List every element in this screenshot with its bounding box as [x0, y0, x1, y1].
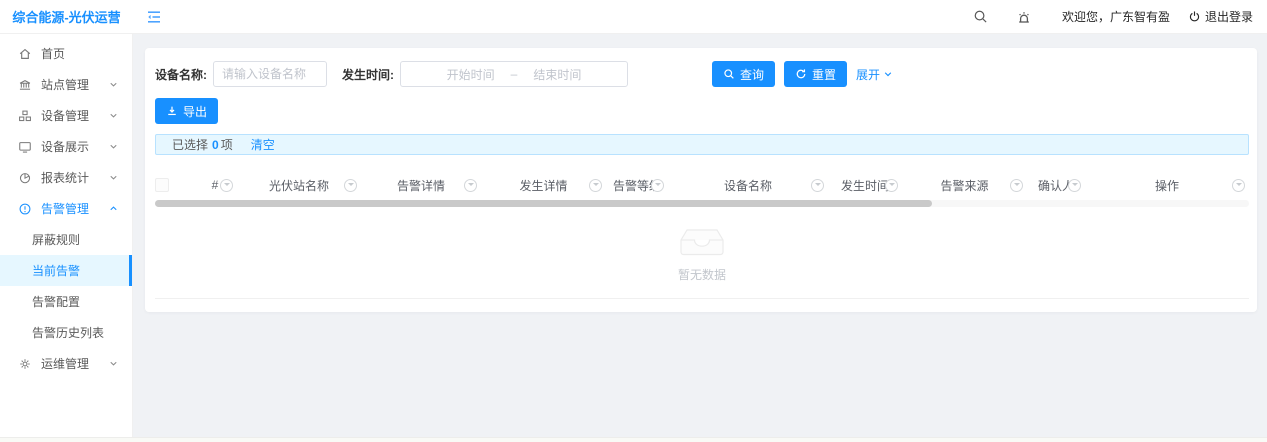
end-time-placeholder: 结束时间 — [533, 66, 581, 83]
chevron-down-icon — [108, 141, 119, 152]
pie-chart-icon — [18, 171, 32, 185]
alarm-icon[interactable] — [1016, 9, 1032, 25]
logout-button[interactable]: 退出登录 — [1188, 8, 1253, 25]
range-separator: – — [511, 67, 518, 81]
occur-time-label: 发生时间: — [342, 66, 394, 83]
gear-icon — [18, 357, 32, 371]
clear-selection-link[interactable]: 清空 — [251, 136, 275, 153]
chevron-up-icon — [108, 203, 119, 214]
sidebar-item-shield-rules[interactable]: 屏蔽规则 — [0, 224, 132, 255]
search-button[interactable]: 查询 — [712, 61, 775, 87]
alert-circle-icon — [18, 202, 32, 216]
column-header-actions[interactable]: 操作 — [1085, 171, 1249, 199]
sidebar-item-current-alarms[interactable]: 当前告警 — [0, 255, 132, 286]
table-header-row: # 光伏站名称 告警详情 发生详情 告警等级 — [155, 171, 1249, 199]
sidebar-item-device-management[interactable]: 设备管理 — [0, 100, 132, 131]
download-icon — [166, 105, 178, 117]
sidebar-item-home[interactable]: 首页 — [0, 38, 132, 69]
column-header-station-name[interactable]: 光伏站名称 — [237, 171, 361, 199]
welcome-text: 欢迎您，广东智有盈 — [1062, 8, 1170, 25]
selection-bar: 已选择 0 项 清空 — [155, 134, 1249, 155]
sidebar-nav: 首页 站点管理 设备管理 — [0, 34, 133, 437]
chevron-down-icon — [108, 110, 119, 121]
sidebar-item-alarm-history[interactable]: 告警历史列表 — [0, 317, 132, 348]
toolbar: 导出 — [155, 98, 1257, 124]
empty-text: 暂无数据 — [678, 266, 726, 283]
filter-icon[interactable] — [1232, 179, 1245, 192]
filter-icon[interactable] — [1068, 179, 1081, 192]
filter-icon[interactable] — [885, 179, 898, 192]
bottom-strip — [0, 437, 1267, 442]
sidebar-item-device-display[interactable]: 设备展示 — [0, 131, 132, 162]
filter-icon[interactable] — [464, 179, 477, 192]
filter-icon[interactable] — [344, 179, 357, 192]
filter-icon[interactable] — [811, 179, 824, 192]
search-icon — [723, 68, 735, 80]
sidebar-item-alarm-config[interactable]: 告警配置 — [0, 286, 132, 317]
reload-icon — [795, 68, 807, 80]
column-header-alarm-level[interactable]: 告警等级 — [606, 171, 668, 199]
column-header-occur-detail[interactable]: 发生详情 — [481, 171, 606, 199]
selection-unit: 项 — [221, 136, 233, 153]
scrollbar-thumb[interactable] — [155, 200, 932, 207]
horizontal-scrollbar — [155, 200, 1249, 207]
time-range-picker[interactable]: 开始时间 – 结束时间 — [400, 61, 628, 87]
sidebar-item-alarm-management[interactable]: 告警管理 — [0, 193, 132, 224]
column-header-confirmer[interactable]: 确认人 — [1027, 171, 1085, 199]
bank-icon — [18, 78, 32, 92]
chevron-down-icon — [108, 79, 119, 90]
chevron-down-icon — [883, 69, 893, 79]
column-header-index[interactable]: # — [193, 171, 237, 199]
filter-bar: 设备名称: 发生时间: 开始时间 – 结束时间 查询 — [155, 61, 1249, 87]
column-header-occur-time[interactable]: 发生时间 — [828, 171, 902, 199]
reset-button[interactable]: 重置 — [784, 61, 847, 87]
selection-prefix: 已选择 — [172, 136, 208, 153]
expand-link[interactable]: 展开 — [856, 66, 893, 83]
search-icon[interactable] — [973, 9, 988, 24]
device-name-input[interactable] — [213, 61, 327, 87]
header-actions: 欢迎您，广东智有盈 退出登录 — [973, 8, 1267, 25]
export-button[interactable]: 导出 — [155, 98, 218, 124]
top-header: 综合能源-光伏运营 欢迎您，广东智有盈 — [0, 0, 1267, 34]
table-empty-state: 暂无数据 — [155, 207, 1249, 299]
column-header-alarm-detail[interactable]: 告警详情 — [361, 171, 481, 199]
filter-actions: 查询 重置 展开 — [712, 61, 893, 87]
brand-logo: 综合能源-光伏运营 — [0, 7, 133, 26]
main-content: 设备名称: 发生时间: 开始时间 – 结束时间 查询 — [134, 34, 1267, 437]
selection-count: 0 — [212, 138, 219, 152]
select-all-cell — [155, 178, 193, 192]
filter-icon[interactable] — [651, 179, 664, 192]
empty-box-icon — [671, 222, 733, 262]
menu-fold-icon[interactable] — [146, 9, 162, 25]
app-window: 综合能源-光伏运营 欢迎您，广东智有盈 — [0, 0, 1267, 442]
sidebar-item-operations-management[interactable]: 运维管理 — [0, 348, 132, 379]
device-name-label: 设备名称: — [155, 66, 207, 83]
chevron-down-icon — [108, 358, 119, 369]
filter-icon[interactable] — [589, 179, 602, 192]
display-icon — [18, 140, 32, 154]
filter-icon[interactable] — [220, 179, 233, 192]
devices-icon — [18, 109, 32, 123]
power-icon — [1188, 10, 1201, 23]
home-icon — [18, 47, 32, 61]
content-card: 设备名称: 发生时间: 开始时间 – 结束时间 查询 — [145, 48, 1257, 312]
column-header-device-name[interactable]: 设备名称 — [668, 171, 828, 199]
start-time-placeholder: 开始时间 — [447, 66, 495, 83]
filter-icon[interactable] — [1010, 179, 1023, 192]
chevron-down-icon — [108, 172, 119, 183]
column-header-alarm-source[interactable]: 告警来源 — [902, 171, 1027, 199]
sidebar-item-report-statistics[interactable]: 报表统计 — [0, 162, 132, 193]
select-all-checkbox[interactable] — [155, 178, 169, 192]
sidebar-item-site-management[interactable]: 站点管理 — [0, 69, 132, 100]
